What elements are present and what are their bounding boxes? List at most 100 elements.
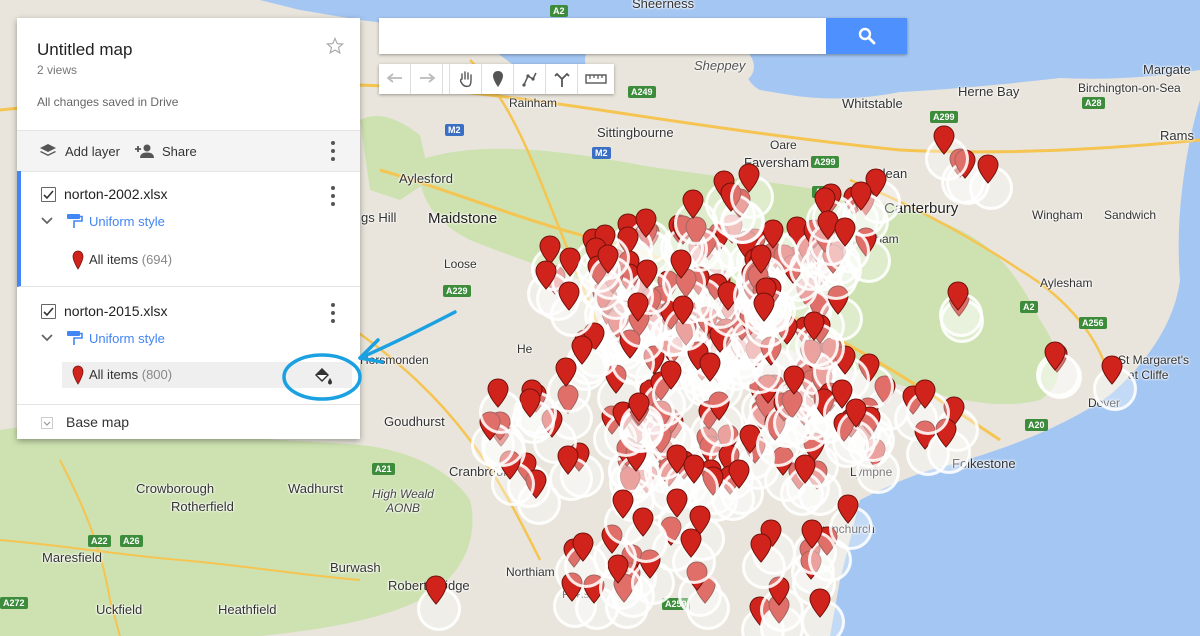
marker-icon: [738, 163, 760, 193]
map-marker[interactable]: [597, 244, 619, 274]
map-toolbar: [379, 64, 614, 94]
marker-icon: [850, 181, 872, 211]
map-marker[interactable]: [837, 494, 859, 524]
map-marker[interactable]: [1044, 341, 1066, 372]
map-marker[interactable]: [801, 519, 823, 549]
undo-button[interactable]: [379, 64, 411, 94]
map-marker[interactable]: [809, 587, 831, 618]
marker-icon: [750, 533, 772, 563]
place-label: He: [517, 342, 533, 356]
map-marker[interactable]: [660, 360, 682, 390]
marker-icon: [557, 445, 579, 475]
more-options-icon[interactable]: [329, 186, 337, 206]
map-marker[interactable]: [666, 488, 688, 518]
panel-actions: Add layer Share: [17, 130, 360, 172]
save-status: All changes saved in Drive: [37, 95, 179, 109]
add-marker-button[interactable]: [482, 64, 514, 94]
place-label: Sandwich: [1104, 208, 1157, 222]
star-icon[interactable]: [326, 37, 344, 55]
map-marker[interactable]: [627, 292, 649, 322]
map-marker[interactable]: [794, 454, 816, 485]
more-options-icon[interactable]: [329, 303, 337, 323]
map-marker[interactable]: [803, 311, 825, 341]
road-shield: A2: [1020, 301, 1038, 313]
marker-icon: [914, 379, 936, 409]
map-marker[interactable]: [535, 260, 557, 290]
style-link[interactable]: Uniform style: [89, 214, 165, 229]
map-marker[interactable]: [783, 365, 805, 395]
map-marker[interactable]: [555, 357, 577, 388]
map-marker[interactable]: [628, 392, 650, 423]
base-map-row[interactable]: Base map: [17, 406, 360, 439]
layer-name[interactable]: norton-2015.xlsx: [64, 303, 168, 319]
share-button[interactable]: Share: [134, 131, 197, 171]
add-person-icon: [135, 144, 154, 158]
place-label: gs Hill: [361, 210, 397, 225]
place-label: Rainham: [509, 96, 558, 110]
map-marker[interactable]: [670, 249, 692, 280]
map-marker[interactable]: [977, 154, 999, 184]
road-shield: A272: [0, 597, 28, 609]
map-marker[interactable]: [558, 281, 580, 311]
search-input[interactable]: [379, 18, 833, 54]
map-marker[interactable]: [933, 125, 955, 155]
marker-icon: [666, 488, 688, 518]
marker-icon: [1101, 355, 1123, 385]
marker-icon: [607, 554, 629, 584]
map-marker[interactable]: [738, 163, 760, 193]
place-label: Burwash: [330, 560, 381, 575]
measure-button[interactable]: [578, 64, 614, 94]
map-marker[interactable]: [672, 295, 694, 325]
add-layer-button[interactable]: Add layer: [39, 131, 120, 171]
pan-tool-button[interactable]: [449, 64, 482, 94]
map-marker[interactable]: [636, 259, 658, 290]
map-marker[interactable]: [947, 281, 969, 311]
layer-visibility-checkbox[interactable]: [41, 304, 56, 319]
map-marker[interactable]: [914, 379, 936, 409]
layer-name[interactable]: norton-2002.xlsx: [64, 186, 168, 202]
place-label: Uckfield: [96, 602, 143, 617]
marker-icon: [699, 352, 721, 382]
map-marker[interactable]: [750, 533, 772, 563]
map-marker[interactable]: [750, 244, 772, 274]
map-title[interactable]: Untitled map: [37, 40, 132, 60]
map-marker[interactable]: [682, 189, 704, 220]
map-marker[interactable]: [845, 398, 867, 428]
style-link[interactable]: Uniform style: [89, 331, 165, 346]
search-button[interactable]: [826, 18, 907, 54]
items-row[interactable]: All items (800): [62, 362, 352, 388]
marker-icon: [672, 295, 694, 325]
paint-bucket-icon[interactable]: [312, 366, 334, 386]
map-marker[interactable]: [607, 554, 629, 584]
map-marker[interactable]: [425, 575, 447, 605]
place-label: Sittingbourne: [597, 125, 674, 140]
map-marker[interactable]: [850, 181, 872, 211]
add-layer-label: Add layer: [65, 143, 120, 159]
map-marker[interactable]: [683, 454, 705, 484]
map-marker[interactable]: [487, 378, 509, 408]
redo-button[interactable]: [411, 64, 443, 94]
place-label: Herne Bay: [958, 84, 1020, 99]
map-marker[interactable]: [557, 445, 579, 475]
map-marker[interactable]: [728, 459, 750, 489]
map-marker[interactable]: [572, 532, 594, 562]
map-marker[interactable]: [834, 217, 856, 247]
road-shield: A299: [811, 156, 839, 168]
items-row[interactable]: All items (694): [62, 247, 352, 273]
more-options-icon[interactable]: [329, 141, 337, 161]
directions-icon: [553, 72, 570, 87]
chevron-down-icon[interactable]: [41, 334, 53, 342]
map-marker[interactable]: [699, 352, 721, 382]
layer-visibility-checkbox[interactable]: [41, 187, 56, 202]
map-marker[interactable]: [1101, 355, 1123, 385]
draw-line-button[interactable]: [514, 64, 546, 94]
map-marker[interactable]: [753, 292, 775, 322]
directions-button[interactable]: [546, 64, 578, 94]
chevron-down-icon[interactable]: [41, 217, 53, 225]
map-marker[interactable]: [632, 507, 654, 537]
place-label: Maidstone: [428, 210, 498, 227]
marker-icon: [487, 378, 509, 408]
marker-icon: [670, 249, 692, 280]
map-marker[interactable]: [680, 528, 702, 558]
chevron-down-icon[interactable]: [41, 417, 53, 429]
